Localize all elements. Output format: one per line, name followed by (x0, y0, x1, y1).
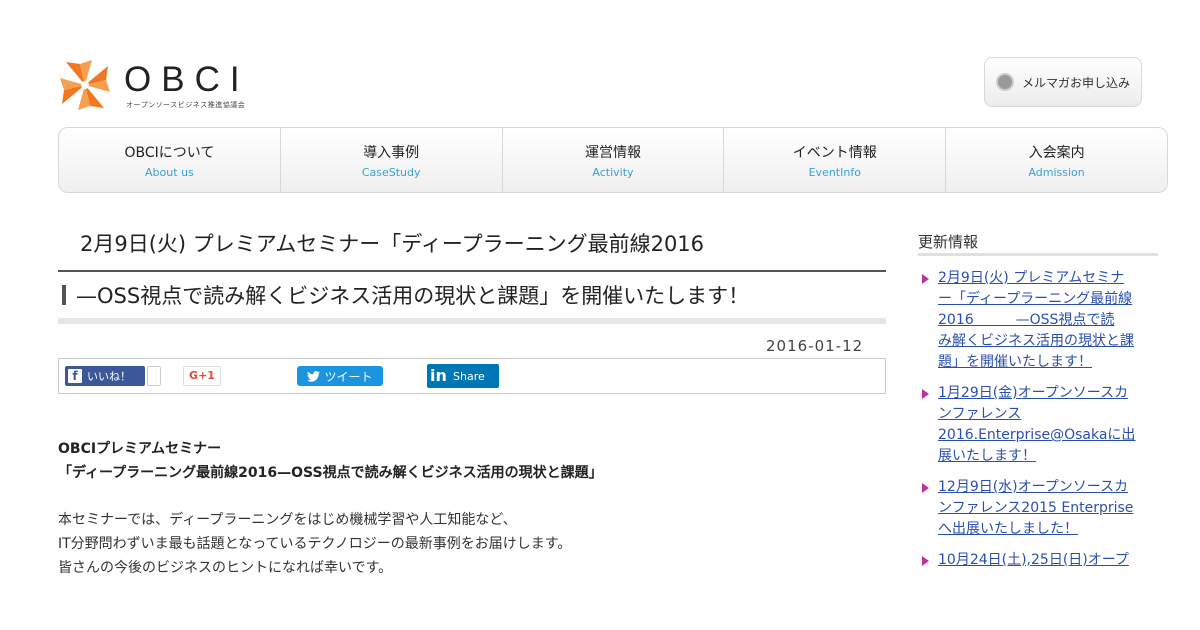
article-date: 2016-01-12 (766, 337, 864, 355)
tweet-button[interactable]: ツイート (297, 366, 383, 386)
news-item: 12月9日(水)オープンソースカ ンファレンス2015 Enterprise へ… (922, 477, 1158, 540)
title-underline (58, 318, 886, 324)
news-link-line: 展いたします！ (938, 448, 1036, 464)
nav-label-en: Admission (1028, 166, 1085, 179)
arrow-right-icon (922, 274, 929, 284)
subheading-line: OBCIプレミアムセミナー (58, 441, 222, 457)
news-link-line: 2月9日(火) プレミアムセミナ (938, 270, 1125, 286)
facebook-like-label: いいね！ (87, 370, 131, 383)
body-line: 本セミナーでは、ディープラーニングをはじめ機械学習や人工知能など、 (58, 512, 517, 528)
facebook-like-button[interactable]: f いいね！ (65, 366, 145, 386)
nav-label-en: About us (145, 166, 194, 179)
nav-item-about[interactable]: OBCIについて About us (59, 128, 281, 192)
article-body: 本セミナーでは、ディープラーニングをはじめ機械学習や人工知能など、 IT分野問わ… (58, 508, 571, 580)
article-title-line-2: —OSS視点で読み解くビジネス活用の現状と課題」を開催いたします！ (62, 280, 749, 310)
body-line: IT分野問わずいま最も話題となっているテクノロジーの最新事例をお届けします。 (58, 536, 572, 552)
logo-subtitle: オープンソースビジネス推進協議会 (126, 101, 246, 109)
pinwheel-logo-icon (60, 60, 110, 110)
news-link[interactable]: 1月29日(金)オープンソースカ ンファレンス 2016.Enterprise@… (938, 385, 1135, 464)
article-subheading: OBCIプレミアムセミナー 「ディープラーニング最前線2016—OSS視点で読み… (58, 437, 603, 485)
nav-label-jp: OBCIについて (124, 145, 215, 161)
news-link-line: 2016.Enterprise@Osakaに出 (938, 427, 1136, 443)
arrow-right-icon (922, 483, 929, 493)
facebook-icon: f (68, 369, 82, 383)
tweet-label: ツイート (324, 369, 373, 384)
news-link[interactable]: 10月24日(土),25日(日)オープ (938, 552, 1129, 568)
sidebar-title: 更新情報 (918, 233, 979, 251)
newsletter-signup-button[interactable]: メルマガお申し込み (984, 57, 1142, 107)
article-title-line-2-text: —OSS視点で読み解くビジネス活用の現状と課題」を開催いたします！ (76, 284, 750, 308)
news-link[interactable]: 12月9日(水)オープンソースカ ンファレンス2015 Enterprise へ… (938, 479, 1133, 537)
nav-label-jp: 導入事例 (363, 145, 420, 161)
news-link-line: 12月9日(水)オープンソースカ (938, 479, 1129, 495)
arrow-right-icon (922, 556, 929, 566)
news-link-line: 1月29日(金)オープンソースカ (938, 385, 1129, 401)
news-item: 10月24日(土),25日(日)オープ (922, 550, 1158, 571)
news-link-line: ンファレンス (938, 406, 1022, 422)
nav-item-eventinfo[interactable]: イベント情報 EventInfo (724, 128, 947, 192)
arrow-right-icon (922, 389, 929, 399)
global-nav: OBCIについて About us 導入事例 CaseStudy 運営情報 Ac… (58, 127, 1168, 193)
news-link-line: 10月24日(土),25日(日)オープ (938, 552, 1129, 568)
news-link-line: み解くビジネス活用の現状と課 (938, 333, 1134, 349)
nav-label-en: EventInfo (808, 166, 861, 179)
nav-item-admission[interactable]: 入会案内 Admission (946, 128, 1167, 192)
mail-icon (995, 73, 1014, 91)
nav-label-jp: 運営情報 (584, 145, 641, 161)
logo-text: OBCI (124, 60, 250, 99)
news-item: 1月29日(金)オープンソースカ ンファレンス 2016.Enterprise@… (922, 383, 1158, 467)
news-link-line: ー「ディープラーニング最前線 (938, 291, 1133, 307)
like-count-bubble (147, 366, 161, 386)
linkedin-share-label: Share (453, 369, 485, 383)
news-link-line: へ出展いたしました！ (938, 521, 1078, 537)
news-list: 2月9日(火) プレミアムセミナ ー「ディープラーニング最前線 2016 —OS… (922, 268, 1158, 581)
title-divider (58, 270, 886, 272)
news-link-line: ンファレンス2015 Enterprise (938, 500, 1134, 516)
news-link-line: 題」を開催いたします！ (938, 354, 1092, 370)
article-title-line-1: 2月9日(火) プレミアムセミナー「ディープラーニング最前線2016 (80, 232, 705, 256)
sidebar-title-underline (918, 253, 1158, 256)
linkedin-icon: in (430, 366, 447, 385)
nav-label-jp: イベント情報 (792, 145, 877, 161)
site-logo[interactable]: OBCI オープンソースビジネス推進協議会 (58, 56, 268, 114)
news-item: 2月9日(火) プレミアムセミナ ー「ディープラーニング最前線 2016 —OS… (922, 268, 1158, 373)
nav-item-casestudy[interactable]: 導入事例 CaseStudy (281, 128, 503, 192)
title-accent-bar (62, 285, 66, 305)
twitter-bird-icon (307, 370, 321, 382)
google-plus-button[interactable]: G+1 (183, 366, 221, 386)
linkedin-share-button[interactable]: in Share (427, 364, 499, 388)
social-share-bar: f いいね！ G+1 ツイート in Share (58, 358, 886, 394)
nav-label-jp: 入会案内 (1028, 145, 1085, 161)
body-line: 皆さんの今後のビジネスのヒントになれば幸いです。 (58, 560, 393, 576)
subheading-line: 「ディープラーニング最前線2016—OSS視点で読み解くビジネス活用の現状と課題… (58, 465, 603, 481)
news-link-line: 2016 —OSS視点で読 (938, 312, 1115, 328)
nav-item-activity[interactable]: 運営情報 Activity (503, 128, 725, 192)
news-link[interactable]: 2月9日(火) プレミアムセミナ ー「ディープラーニング最前線 2016 —OS… (938, 270, 1134, 370)
nav-label-en: CaseStudy (361, 166, 421, 179)
newsletter-signup-label: メルマガお申し込み (1021, 75, 1130, 90)
nav-label-en: Activity (592, 166, 634, 179)
